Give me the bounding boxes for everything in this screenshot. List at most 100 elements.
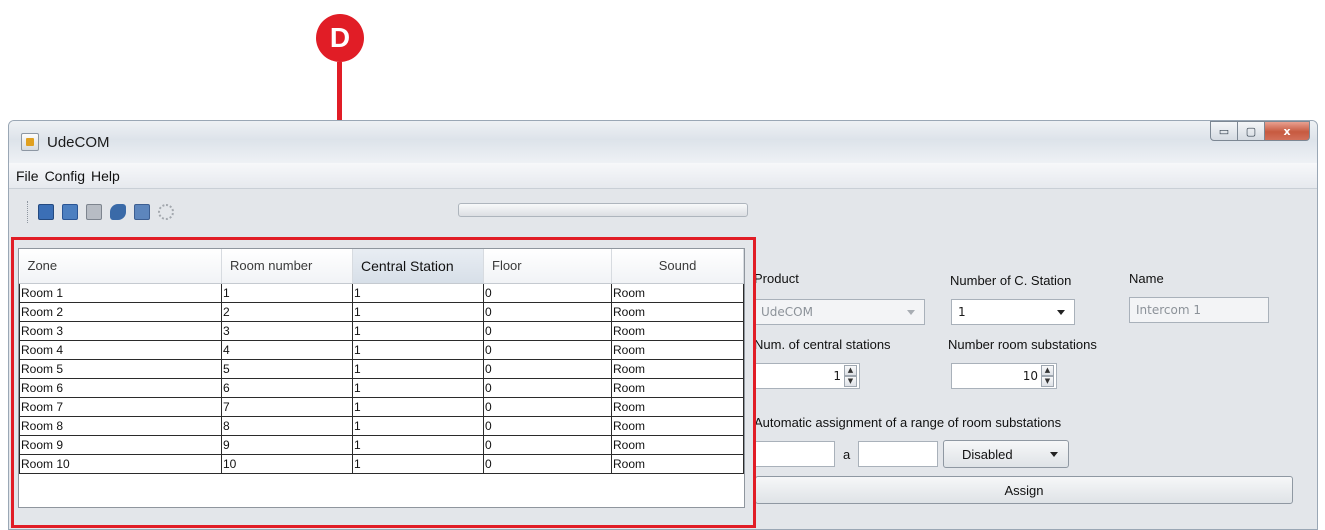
num-room-spin-buttons: ▲ ▼ [1041,365,1054,387]
cell-room-number[interactable]: 2 [221,301,353,322]
table-row[interactable]: Room 4 4 1 0 Room [19,339,744,360]
save-icon[interactable] [38,204,54,220]
cell-floor[interactable]: 0 [483,415,612,436]
cell-zone[interactable]: Room 4 [19,339,222,360]
product-value: UdeCOM [761,305,813,319]
cell-floor[interactable]: 0 [483,301,612,322]
cell-central-station[interactable]: 1 [352,415,484,436]
cell-central-station[interactable]: 1 [352,396,484,417]
cell-sound[interactable]: Room [611,358,744,379]
cell-sound[interactable]: Room [611,453,744,474]
column-header-central-station[interactable]: Central Station [352,249,484,284]
cell-zone[interactable]: Room 3 [19,320,222,341]
cell-zone[interactable]: Room 6 [19,377,222,398]
cell-room-number[interactable]: 1 [221,282,353,303]
spin-down-icon[interactable]: ▼ [844,376,857,387]
column-header-floor[interactable]: Floor [483,249,612,284]
print-icon[interactable] [86,204,102,220]
num-c-station-select[interactable]: 1 [951,299,1075,325]
menu-file[interactable]: File [13,168,42,184]
windows-icon[interactable] [134,204,150,220]
cell-room-number[interactable]: 7 [221,396,353,417]
cell-zone[interactable]: Room 7 [19,396,222,417]
cell-floor[interactable]: 0 [483,282,612,303]
window-controls: ▭ ▢ x [1210,121,1310,141]
table-row[interactable]: Room 10 10 1 0 Room [19,453,744,474]
range-to-field[interactable] [858,441,938,467]
product-label: Product [754,271,799,286]
cell-floor[interactable]: 0 [483,453,612,474]
num-central-stepper[interactable]: 1 ▲ ▼ [754,363,860,389]
menu-help[interactable]: Help [88,168,123,184]
cell-central-station[interactable]: 1 [352,358,484,379]
cell-sound[interactable]: Room [611,301,744,322]
cell-room-number[interactable]: 4 [221,339,353,360]
cell-room-number[interactable]: 3 [221,320,353,341]
menu-config[interactable]: Config [42,168,88,184]
table-row[interactable]: Room 1 1 1 0 Room [19,282,744,303]
cell-floor[interactable]: 0 [483,396,612,417]
table-body: Room 1 1 1 0 Room Room 2 2 1 0 Room Room 3 3 1 0 Room R… [19,282,744,474]
cell-central-station[interactable]: 1 [352,301,484,322]
cell-floor[interactable]: 0 [483,339,612,360]
num-central-value: 1 [833,369,841,383]
cell-room-number[interactable]: 6 [221,377,353,398]
cell-sound[interactable]: Room [611,282,744,303]
cell-central-station[interactable]: 1 [352,434,484,455]
cell-room-number[interactable]: 9 [221,434,353,455]
cell-zone[interactable]: Room 10 [19,453,222,474]
app-icon [21,133,39,151]
cell-zone[interactable]: Room 1 [19,282,222,303]
cell-floor[interactable]: 0 [483,377,612,398]
cell-central-station[interactable]: 1 [352,453,484,474]
table-row[interactable]: Room 9 9 1 0 Room [19,434,744,455]
range-from-field[interactable] [755,441,835,467]
cell-room-number[interactable]: 10 [221,453,353,474]
column-header-zone[interactable]: Zone [19,249,222,284]
progress-bar [458,203,748,217]
cell-floor[interactable]: 0 [483,434,612,455]
cell-floor[interactable]: 0 [483,320,612,341]
cell-sound[interactable]: Room [611,415,744,436]
table-row[interactable]: Room 7 7 1 0 Room [19,396,744,417]
assign-button[interactable]: Assign [755,476,1293,504]
cell-sound[interactable]: Room [611,396,744,417]
toolbar-grip[interactable] [27,201,30,223]
cell-central-station[interactable]: 1 [352,377,484,398]
cell-sound[interactable]: Room [611,320,744,341]
spin-down-icon[interactable]: ▼ [1041,376,1054,387]
cell-zone[interactable]: Room 2 [19,301,222,322]
maximize-button[interactable]: ▢ [1237,121,1265,141]
cell-zone[interactable]: Room 5 [19,358,222,379]
cell-zone[interactable]: Room 8 [19,415,222,436]
table-row[interactable]: Room 2 2 1 0 Room [19,301,744,322]
column-header-sound[interactable]: Sound [611,249,744,284]
close-button[interactable]: x [1264,121,1310,141]
cell-room-number[interactable]: 8 [221,415,353,436]
assign-mode-select[interactable]: Disabled [943,440,1069,468]
cell-sound[interactable]: Room [611,377,744,398]
minimize-button[interactable]: ▭ [1210,121,1238,141]
cell-central-station[interactable]: 1 [352,339,484,360]
name-value: Intercom 1 [1136,303,1201,317]
name-label: Name [1129,271,1164,286]
close-icon: x [1283,124,1291,138]
cell-sound[interactable]: Room [611,339,744,360]
cell-central-station[interactable]: 1 [352,320,484,341]
cell-sound[interactable]: Room [611,434,744,455]
transfer-icon[interactable] [110,204,126,220]
cell-floor[interactable]: 0 [483,358,612,379]
cell-central-station[interactable]: 1 [352,282,484,303]
table-row[interactable]: Room 5 5 1 0 Room [19,358,744,379]
column-header-room-number[interactable]: Room number [221,249,353,284]
spin-up-icon[interactable]: ▲ [844,365,857,376]
spin-up-icon[interactable]: ▲ [1041,365,1054,376]
settings-icon[interactable] [158,204,174,220]
num-room-stepper[interactable]: 10 ▲ ▼ [951,363,1057,389]
table-row[interactable]: Room 3 3 1 0 Room [19,320,744,341]
cell-room-number[interactable]: 5 [221,358,353,379]
table-row[interactable]: Room 8 8 1 0 Room [19,415,744,436]
table-row[interactable]: Room 6 6 1 0 Room [19,377,744,398]
cell-zone[interactable]: Room 9 [19,434,222,455]
save-as-icon[interactable] [62,204,78,220]
